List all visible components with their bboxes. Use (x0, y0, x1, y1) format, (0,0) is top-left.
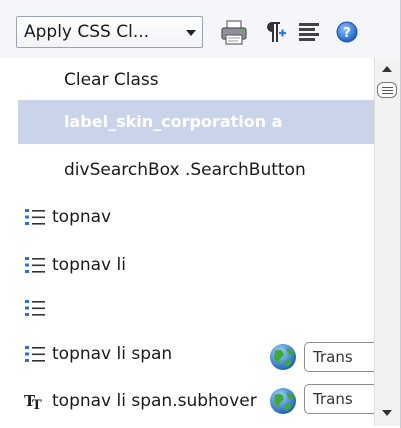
list-item-label: Clear Class (64, 70, 159, 90)
translate-field[interactable]: Trans (304, 342, 374, 372)
list-item[interactable]: topnav li (18, 243, 374, 287)
list-item-label: topnav (52, 207, 112, 227)
list-item-label: topnav li (52, 255, 126, 275)
list-style-icon (24, 344, 46, 364)
list-item[interactable] (18, 286, 374, 330)
svg-text:T: T (32, 398, 42, 411)
scroll-down-icon[interactable] (382, 410, 392, 416)
align-text-icon (292, 16, 326, 48)
list-style-icon (24, 298, 46, 318)
translate-field-text: Trans (313, 390, 353, 408)
globe-icon (268, 386, 298, 416)
font-style-icon: T T (24, 391, 46, 411)
align-text-button[interactable] (292, 16, 326, 48)
css-toolbar: Apply CSS Cl... ? (0, 0, 401, 58)
css-class-list: Clear Class label_skin_corporation a div… (18, 58, 374, 426)
list-item-clear-class[interactable]: Clear Class (18, 58, 374, 102)
list-item-label: divSearchBox .SearchButton (64, 160, 306, 180)
list-item[interactable]: topnav (18, 195, 374, 239)
list-style-icon (24, 207, 46, 227)
list-scrollbar[interactable] (374, 58, 400, 426)
paragraph-icon (256, 16, 290, 48)
scroll-up-icon[interactable] (382, 66, 392, 72)
svg-text:?: ? (343, 26, 351, 41)
list-item-label: topnav li span (52, 344, 173, 364)
list-item-selected[interactable]: label_skin_corporation a (18, 100, 374, 144)
list-item-label: topnav li span.subhover (52, 391, 257, 411)
dropdown-label: Apply CSS Cl... (24, 22, 150, 42)
print-preview-icon (217, 16, 251, 48)
translate-field-text: Trans (313, 348, 353, 366)
translate-field[interactable]: Trans (304, 384, 374, 414)
paragraph-button[interactable] (256, 16, 290, 48)
help-icon: ? (330, 16, 364, 48)
help-button[interactable]: ? (330, 16, 364, 48)
list-item-label: label_skin_corporation a (64, 112, 283, 131)
apply-css-class-dropdown[interactable]: Apply CSS Cl... (16, 16, 203, 48)
list-item[interactable]: divSearchBox .SearchButton (18, 148, 374, 192)
print-preview-button[interactable] (217, 16, 251, 48)
globe-icon (268, 342, 298, 372)
scroll-thumb[interactable] (377, 82, 397, 98)
list-style-icon (24, 255, 46, 275)
chevron-down-icon (186, 30, 196, 36)
